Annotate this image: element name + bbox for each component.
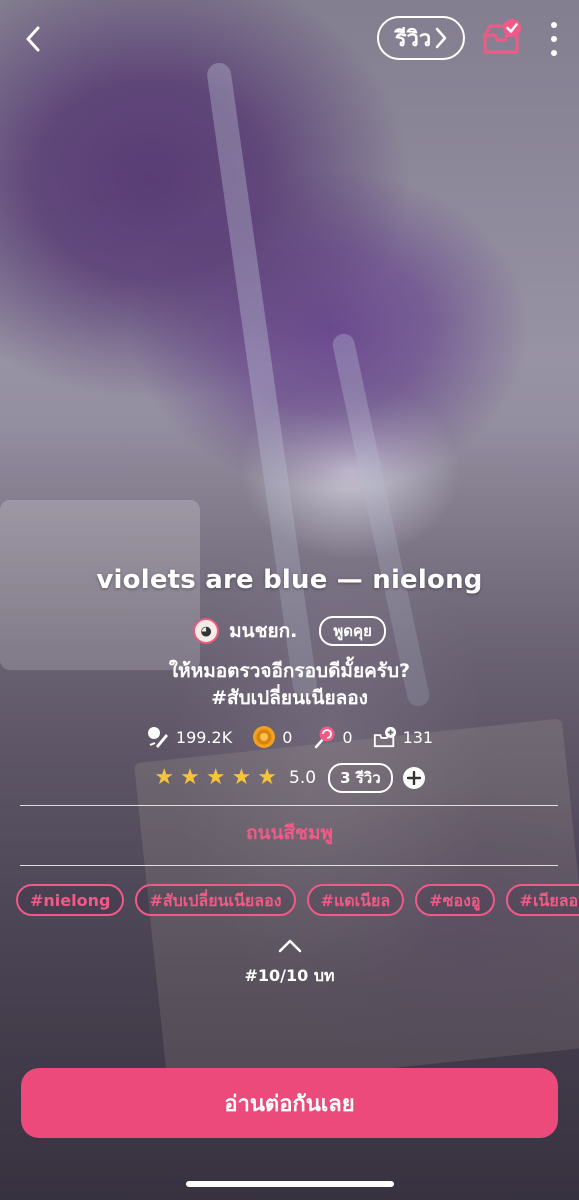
star-icon: ★ [180,765,200,790]
add-review-button[interactable] [402,767,425,789]
tag-chip[interactable]: #ซองอู [415,884,495,916]
lollipop-icon [312,725,336,749]
coins-stat: 0 [252,725,292,749]
shelf-adds-stat: 131 [373,725,434,749]
star-icon: ★ [231,765,252,790]
genre-link[interactable]: ถนนสีชมพู [0,818,579,848]
chapter-count: #10/10 บท [244,966,335,985]
more-options-button[interactable] [544,22,564,56]
lollipops-count: 0 [342,727,353,747]
home-indicator[interactable] [186,1181,394,1187]
views-stat: 199.2K [146,725,232,749]
reviews-button[interactable]: รีวิว [377,16,465,60]
coin-icon [252,725,276,749]
chat-button[interactable]: พูดคุย [319,616,386,646]
background-overlay [0,0,579,1200]
continue-reading-label: อ่านต่อกันเลย [224,1091,355,1117]
author-name[interactable]: มนชยก. [229,616,297,646]
more-vertical-icon [551,50,557,56]
expand-button[interactable] [276,936,304,956]
chevron-left-icon [26,26,40,52]
tag-chip[interactable]: #เนียลอง [505,884,579,916]
rating-row: ★ ★ ★ ★ ★ 5.0 3 รีวิว [0,762,579,794]
more-vertical-icon [551,22,557,28]
shelf-adds-count: 131 [402,727,434,747]
coins-count: 0 [282,727,293,747]
chevron-right-icon [436,27,447,49]
tags-row: #nielong #สับเปลี่ยนเนียลอง #แดเนียล #ซอ… [16,884,579,920]
views-count: 199.2K [175,727,233,747]
synopsis-line: #สับเปลี่ยนเนียลอง [211,687,368,709]
back-button[interactable] [18,22,48,56]
synopsis: ให้หมอตรวจอีกรอบดีมั้ยครับ? #สับเปลี่ยนเ… [0,658,579,712]
views-icon [146,725,170,749]
rating-value: 5.0 [289,768,317,788]
divider [20,805,558,806]
lollipops-stat: 0 [312,725,353,749]
stats-row: 199.2K 0 0 131 [0,722,579,752]
tag-chip[interactable]: #สับเปลี่ยนเนียลอง [135,884,296,916]
star-icon: ★ [154,765,175,790]
review-count-button[interactable]: 3 รีวิว [328,763,393,793]
star-icon: ★ [205,765,226,790]
continue-reading-button[interactable]: อ่านต่อกันเลย [21,1068,558,1138]
plus-icon [406,771,421,785]
synopsis-line: ให้หมอตรวจอีกรอบดีมั้ยครับ? [168,660,411,682]
add-to-shelf-icon [373,725,397,749]
author-row: ◕ มนชยก. พูดคุย [0,614,579,648]
chevron-up-icon [278,939,302,953]
star-icon: ★ [257,765,278,790]
reviews-button-label: รีวิว [394,26,432,52]
add-to-shelf-button[interactable] [482,18,522,58]
more-vertical-icon [551,36,557,42]
divider [20,865,558,866]
tag-chip[interactable]: #แดเนียล [306,884,405,916]
novel-title: violets are blue — nielong [96,565,483,595]
avatar[interactable]: ◕ [193,618,220,644]
add-to-shelf-icon [483,19,521,54]
tag-chip[interactable]: #nielong [16,884,125,916]
